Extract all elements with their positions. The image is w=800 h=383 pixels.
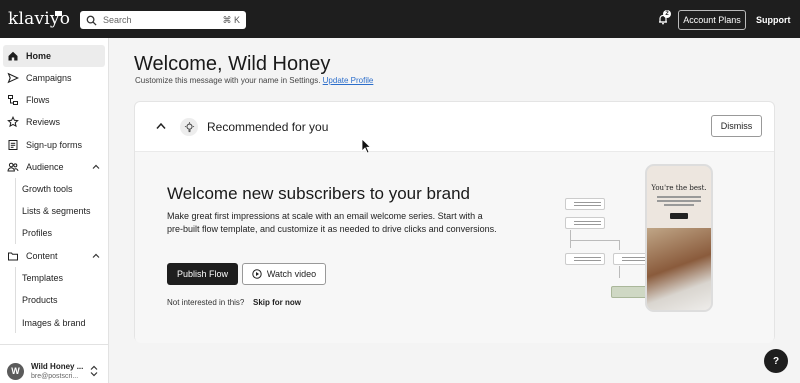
mouse-cursor-icon	[361, 138, 371, 154]
search-icon	[86, 15, 97, 26]
sidebar-item-label: Flows	[26, 95, 50, 105]
chevron-up-icon[interactable]	[92, 163, 100, 171]
chevron-up-icon[interactable]	[156, 122, 166, 130]
notification-badge: 2	[663, 10, 671, 18]
sidebar-subitem-lists-segments[interactable]: Lists & segments	[22, 200, 91, 222]
recommendation-card: Recommended for you Dismiss Welcome new …	[134, 101, 775, 343]
sidebar-item-signup-forms[interactable]: Sign-up forms	[3, 134, 105, 156]
phone-email-title: You're the best.	[651, 184, 707, 192]
submenu-guide-line	[15, 267, 16, 333]
account-switcher[interactable]: W Wild Honey ... bre@postscri...	[0, 344, 109, 383]
sidebar-item-home[interactable]: Home	[3, 45, 105, 67]
chevron-up-down-icon[interactable]	[90, 365, 98, 377]
flow-step-card	[565, 253, 605, 265]
search-placeholder: Search	[103, 15, 132, 25]
welcome-flow-illustration: You're the best.	[555, 162, 715, 312]
card-header: Recommended for you Dismiss	[135, 102, 774, 152]
sidebar-item-label: Reviews	[26, 117, 61, 127]
top-bar: klaviyo Search ⌘ K 2 Account Plans Suppo…	[0, 0, 800, 38]
lightbulb-icon	[180, 118, 198, 136]
subtitle-text: Customize this message with your name in…	[135, 76, 321, 85]
phone-mockup: You're the best.	[645, 164, 713, 312]
account-email: bre@postscri...	[31, 373, 79, 380]
sidebar-item-content[interactable]: Content	[3, 245, 105, 267]
update-profile-link[interactable]: Update Profile	[323, 76, 374, 85]
sidebar-subitem-products[interactable]: Products	[22, 289, 58, 311]
sidebar-item-label: Home	[26, 51, 52, 61]
avatar: W	[7, 363, 24, 380]
sidebar-subitem-templates[interactable]: Templates	[22, 267, 63, 289]
flows-icon	[7, 94, 19, 106]
flow-step-card	[565, 198, 605, 210]
skip-for-now-link[interactable]: Skip for now	[253, 298, 301, 307]
home-icon	[7, 50, 19, 62]
account-plans-button[interactable]: Account Plans	[678, 10, 746, 30]
chevron-up-icon[interactable]	[92, 252, 100, 260]
sidebar-item-campaigns[interactable]: Campaigns	[3, 67, 105, 89]
sidebar-item-flows[interactable]: Flows	[3, 89, 105, 111]
sidebar: Home Campaigns Flows Reviews Sign-up for…	[0, 38, 109, 383]
sidebar-item-label: Sign-up forms	[26, 140, 83, 150]
account-name: Wild Honey ...	[31, 362, 84, 371]
form-icon	[7, 139, 19, 151]
folder-icon	[7, 250, 19, 262]
page-title: Welcome, Wild Honey	[134, 53, 331, 75]
card-body: Welcome new subscribers to your brand Ma…	[135, 152, 774, 343]
sidebar-item-audience[interactable]: Audience	[3, 156, 105, 178]
people-icon	[7, 161, 19, 173]
not-interested-text: Not interested in this?	[167, 298, 245, 307]
sidebar-item-label: Audience	[26, 162, 64, 172]
star-icon	[7, 116, 19, 128]
logo-flag-icon	[55, 11, 62, 16]
phone-photo	[647, 228, 711, 310]
watch-video-button[interactable]: Watch video	[242, 263, 326, 285]
help-button[interactable]: ?	[764, 349, 788, 373]
flow-connector	[619, 240, 620, 250]
search-input[interactable]: Search ⌘ K	[80, 11, 246, 29]
phone-body-text	[657, 196, 701, 208]
page-subtitle: Customize this message with your name in…	[135, 76, 373, 85]
play-circle-icon	[252, 269, 262, 279]
publish-flow-button[interactable]: Publish Flow	[167, 263, 238, 285]
hero-description: Make great first impressions at scale wi…	[167, 211, 497, 234]
recommended-heading: Recommended for you	[207, 120, 329, 134]
sidebar-item-label: Content	[26, 251, 58, 261]
dismiss-button[interactable]: Dismiss	[711, 115, 762, 137]
flow-connector	[570, 230, 571, 248]
phone-cta	[670, 213, 688, 219]
sidebar-subitem-growth-tools[interactable]: Growth tools	[22, 178, 73, 200]
flow-step-card	[565, 217, 605, 229]
hero-title: Welcome new subscribers to your brand	[167, 184, 470, 203]
sidebar-item-label: Campaigns	[26, 73, 72, 83]
support-link[interactable]: Support	[756, 15, 791, 25]
flow-connector	[570, 240, 620, 241]
sidebar-item-reviews[interactable]: Reviews	[3, 111, 105, 133]
watch-video-label: Watch video	[266, 269, 317, 279]
flow-connector	[619, 266, 620, 278]
submenu-guide-line	[15, 178, 16, 244]
sidebar-subitem-profiles[interactable]: Profiles	[22, 222, 52, 244]
sidebar-subitem-images-brand[interactable]: Images & brand	[22, 312, 86, 334]
send-icon	[7, 72, 19, 84]
search-shortcut: ⌘ K	[222, 14, 240, 25]
